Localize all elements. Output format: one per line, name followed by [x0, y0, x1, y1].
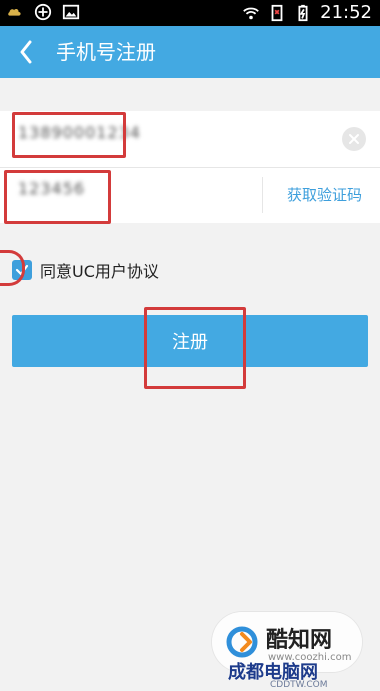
status-bar: 21:52	[0, 0, 380, 26]
brand-logo-icon	[226, 626, 258, 658]
close-icon	[349, 134, 359, 144]
clear-phone-button[interactable]	[342, 127, 366, 151]
phone-row: 13890001234	[0, 111, 380, 168]
status-right: 21:52	[242, 2, 372, 24]
status-time: 21:52	[320, 2, 372, 23]
vertical-divider	[262, 177, 263, 213]
chevron-left-icon	[20, 40, 32, 64]
agreement-label[interactable]: 同意UC用户协议	[40, 258, 159, 282]
battery-charging-icon	[298, 4, 308, 22]
watermark-brand-name: 酷知网	[266, 627, 333, 653]
back-button[interactable]	[8, 34, 44, 70]
wifi-icon	[243, 7, 259, 20]
agreement-row[interactable]: 同意UC用户协议	[12, 259, 159, 281]
watermark-site-url: CDDTW.COM	[270, 680, 328, 690]
image-icon	[62, 4, 80, 20]
register-button[interactable]: 注册	[12, 315, 368, 367]
phone-number-input[interactable]: 13890001234	[18, 123, 140, 155]
cloud-icon	[8, 9, 21, 16]
verification-code-row: 123456 获取验证码	[0, 167, 380, 223]
get-verification-code-button[interactable]: 获取验证码	[287, 167, 362, 223]
settings-sync-icon	[34, 3, 52, 21]
register-button-label: 注册	[172, 332, 208, 353]
sim-icon	[271, 4, 283, 22]
registration-form: 13890001234 123456 获取验证码	[0, 111, 380, 223]
verification-code-input[interactable]: 123456	[18, 179, 108, 211]
status-left-icons	[6, 3, 80, 21]
app-bar: 手机号注册	[0, 26, 380, 78]
page-title: 手机号注册	[56, 40, 156, 64]
